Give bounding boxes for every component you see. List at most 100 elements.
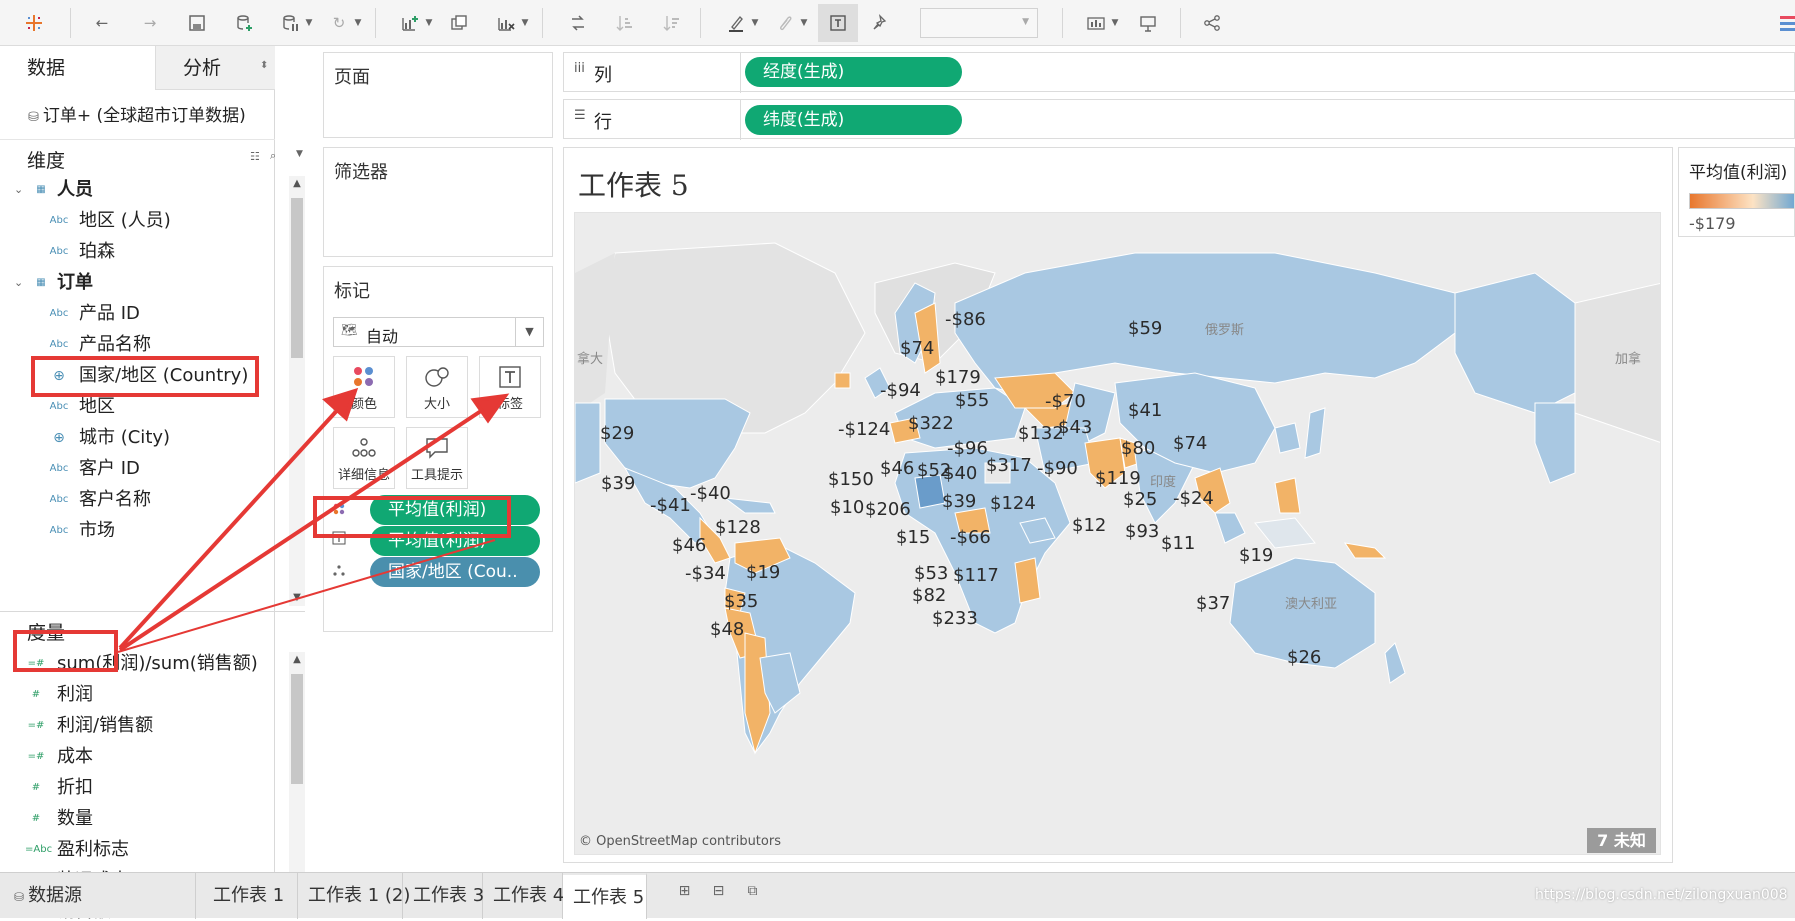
dimension-field[interactable]: ⊕ 城市 (City) <box>0 423 285 453</box>
undo-icon[interactable]: ← <box>90 11 114 35</box>
mark-type-select[interactable]: 🗺 自动 ▼ <box>333 317 544 347</box>
color-button[interactable]: 颜色 <box>333 356 395 418</box>
marks-title: 标记 <box>334 281 370 302</box>
sheet-tab[interactable]: 工作表 4 <box>483 873 564 919</box>
latitude-pill[interactable]: 纬度(生成) <box>745 105 962 135</box>
columns-shelf[interactable]: iii 列 经度(生成) <box>563 52 1795 93</box>
measure-field[interactable]: # 利润 <box>0 680 285 710</box>
map-data-label: -$66 <box>950 527 991 548</box>
pause-updates-icon[interactable] <box>278 11 302 35</box>
map-data-label: $117 <box>953 565 999 586</box>
new-dashboard-icon[interactable]: ⊟ <box>706 883 731 899</box>
fit-dropdown[interactable]: ▼ <box>920 8 1038 38</box>
measure-field[interactable]: =Abc 盈利标志 <box>0 835 285 865</box>
detail-button[interactable]: 详细信息 <box>333 427 395 489</box>
chevron-down-icon[interactable]: ▼ <box>750 11 760 35</box>
scroll-up-icon[interactable]: ▲ <box>289 652 305 668</box>
refresh-icon[interactable]: ↻ <box>327 11 351 35</box>
folder-row[interactable]: ⌄ ▦ 订单 <box>0 268 285 298</box>
map-text-canada: 拿大 <box>577 352 604 367</box>
measure-field[interactable]: # 数量 <box>0 804 285 834</box>
label-button[interactable]: 标签 <box>479 356 541 418</box>
map-data-label: $39 <box>601 473 636 494</box>
field-label: 利润 <box>57 684 93 705</box>
dimension-field[interactable]: Abc 客户 ID <box>0 454 285 484</box>
save-icon[interactable] <box>185 11 209 35</box>
chevron-down-icon[interactable]: ⌄ <box>14 175 23 205</box>
sort-ascending-icon[interactable] <box>613 11 637 35</box>
tableau-logo-icon[interactable] <box>22 11 46 35</box>
scroll-up-icon[interactable]: ▲ <box>289 176 305 192</box>
pin-icon[interactable] <box>868 11 892 35</box>
tab-menu-icon[interactable]: ⬍ <box>260 60 268 71</box>
share-icon[interactable] <box>1200 11 1224 35</box>
dimension-field[interactable]: Abc 产品 ID <box>0 299 285 329</box>
tooltip-button[interactable]: 工具提示 <box>406 427 468 489</box>
sheet-tab[interactable]: 工作表 1 (2) <box>298 873 410 919</box>
measure-field[interactable]: =# 利润/销售额 <box>0 711 285 741</box>
highlight-icon[interactable] <box>724 11 748 35</box>
measure-field[interactable]: =# 成本 <box>0 742 285 772</box>
detail-pill[interactable]: 国家/地区 (Cou.. <box>370 557 540 587</box>
clear-sheet-icon[interactable] <box>494 11 518 35</box>
longitude-pill[interactable]: 经度(生成) <box>745 57 962 87</box>
world-map[interactable]: 拿大 加拿 印度 澳大利亚 俄罗斯 -$86 $74 $59 -$94 $179 $55-… <box>574 212 1661 855</box>
redo-icon[interactable]: → <box>138 11 162 35</box>
chevron-down-icon[interactable]: ▼ <box>424 11 434 35</box>
color-legend[interactable]: 平均值(利润) -$179 <box>1678 147 1795 237</box>
view-list-icon[interactable]: ☷ <box>250 150 260 163</box>
map-data-label: $41 <box>1128 400 1163 421</box>
pages-card[interactable]: 页面 <box>323 52 553 138</box>
chevron-down-icon[interactable]: ▼ <box>520 11 530 35</box>
field-label: 成本 <box>57 746 93 767</box>
dimension-field[interactable]: Abc 珀森 <box>0 237 285 267</box>
dimension-field[interactable]: Abc 地区 (人员) <box>0 206 285 236</box>
presentation-mode-icon[interactable] <box>1136 11 1160 35</box>
new-worksheet-icon[interactable]: ⊞ <box>672 883 697 899</box>
group-members-icon[interactable] <box>773 11 797 35</box>
show-hide-cards-icon[interactable] <box>1780 14 1795 32</box>
sheet-tab[interactable]: 工作表 1 <box>203 873 298 919</box>
tab-data[interactable]: 数据 <box>0 46 155 90</box>
map-data-label: $233 <box>932 608 978 629</box>
tab-datasource[interactable]: ⛁ 数据源 <box>0 873 196 919</box>
map-data-label: $93 <box>1125 521 1160 542</box>
size-button[interactable]: 大小 <box>406 356 468 418</box>
chevron-down-icon[interactable]: ▼ <box>1110 11 1120 35</box>
watermark: https://blog.csdn.net/zilongxuan008 <box>1535 887 1788 903</box>
chevron-down-icon[interactable]: ▼ <box>353 11 363 35</box>
measure-type-icon: =Abc <box>25 844 53 855</box>
folder-row[interactable]: ⌄ ▦ 人员 <box>0 175 285 205</box>
highlight-profit-field <box>13 630 118 672</box>
measure-field[interactable]: # 折扣 <box>0 773 285 803</box>
unknown-indicator-button[interactable]: 7 未知 <box>1587 828 1656 853</box>
map-data-label: -$70 <box>1045 391 1086 412</box>
filters-card[interactable]: 筛选器 <box>323 147 553 257</box>
chevron-down-icon[interactable]: ▼ <box>304 11 314 35</box>
map-text-russia: 俄罗斯 <box>1205 323 1245 338</box>
dimension-field[interactable]: Abc 客户名称 <box>0 485 285 515</box>
datasource-row[interactable]: ⛁ 订单+ (全球超市订单数据) <box>28 101 246 126</box>
chevron-down-icon[interactable]: ▼ <box>799 11 809 35</box>
search-icon[interactable]: ⌕ <box>270 149 276 163</box>
new-worksheet-icon[interactable] <box>398 11 422 35</box>
new-story-icon[interactable]: ⧉ <box>740 883 765 899</box>
sheet-tab[interactable]: 工作表 3 <box>403 873 484 919</box>
new-datasource-icon[interactable] <box>232 11 256 35</box>
swap-rows-columns-icon[interactable] <box>566 11 590 35</box>
chevron-down-icon[interactable]: ▼ <box>296 149 303 159</box>
show-me-icon[interactable] <box>1084 11 1108 35</box>
dimension-field[interactable]: Abc 市场 <box>0 516 285 537</box>
chevron-down-icon[interactable]: ⌄ <box>14 268 23 298</box>
chevron-down-icon: ▼ <box>515 318 543 346</box>
show-mark-labels-button[interactable] <box>818 4 858 42</box>
scroll-down-icon[interactable]: ▼ <box>289 590 305 606</box>
map-data-label: $119 <box>1095 468 1141 489</box>
rows-shelf[interactable]: ☰ 行 纬度(生成) <box>563 99 1795 140</box>
sort-descending-icon[interactable] <box>660 11 684 35</box>
dimensions-scrollbar[interactable]: ▲ ▼ <box>289 176 305 606</box>
duplicate-sheet-icon[interactable] <box>447 11 471 35</box>
field-label: 人员 <box>57 179 93 200</box>
sheet-tab[interactable]: 工作表 5 <box>563 873 647 919</box>
tab-analysis[interactable]: 分析 <box>155 46 275 90</box>
